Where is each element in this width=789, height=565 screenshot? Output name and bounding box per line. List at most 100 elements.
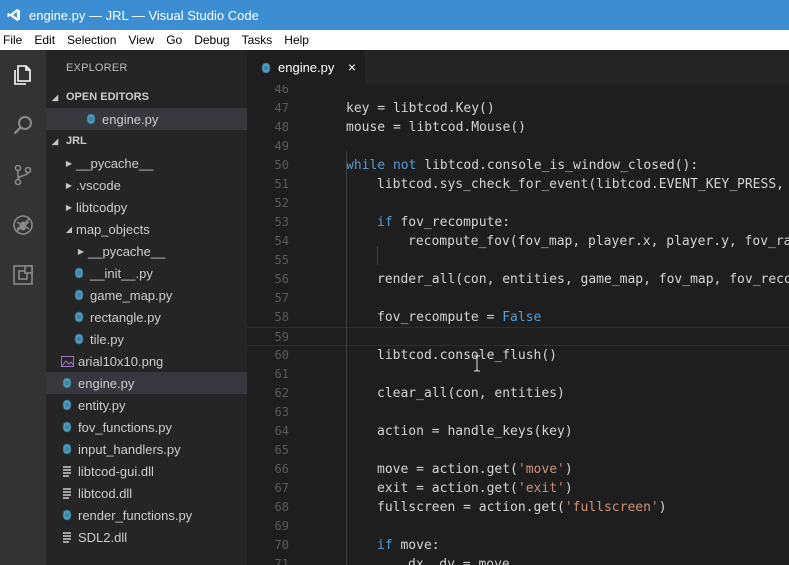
line-number: 52	[274, 196, 289, 210]
code-token: clear_all(con, entities)	[377, 386, 565, 401]
tree-item-label: __pycache__	[88, 243, 166, 259]
code-token: )	[564, 462, 573, 477]
menu-item-go[interactable]: Go	[160, 30, 188, 50]
line-number: 68	[274, 500, 289, 514]
tree-item-label: engine.py	[78, 375, 135, 391]
tree-item-label: libtcod-gui.dll	[78, 463, 154, 479]
indent-guide	[377, 246, 378, 265]
line-number: 58	[274, 310, 289, 324]
code-token: fullscreen = action.get(	[377, 500, 565, 515]
tree-item[interactable]: fov_functions.py	[46, 416, 247, 438]
tree-item[interactable]: input_handlers.py	[46, 438, 247, 460]
menu-item-file[interactable]: File	[0, 30, 28, 50]
tree-item[interactable]: libtcod-gui.dll	[46, 460, 247, 482]
code-editor[interactable]: 71 dx, dy = move 70 if move: 69 68 fullscreen …	[247, 85, 789, 565]
open-editors-header[interactable]: ◢ OPEN EDITORS	[46, 86, 247, 108]
debug-icon[interactable]	[0, 200, 46, 250]
chevron-right-icon: ▶	[77, 246, 85, 256]
tree-item[interactable]: ◢ map_objects	[46, 218, 247, 240]
binary-file-icon	[60, 530, 74, 544]
tree-item[interactable]: ▶ libtcodpy	[46, 196, 247, 218]
python-file-icon	[72, 288, 86, 302]
binary-file-icon	[60, 486, 74, 500]
menu-item-edit[interactable]: Edit	[28, 30, 61, 50]
tree-item[interactable]: engine.py	[46, 372, 247, 394]
code-text: libtcod.sys_check_for_event(libtcod.EVEN…	[377, 175, 789, 194]
tree-item-label: game_map.py	[90, 287, 173, 303]
line-number: 48	[274, 120, 289, 134]
string-token: 'move'	[517, 462, 565, 477]
extensions-icon[interactable]	[0, 250, 46, 300]
line-number: 59	[274, 330, 289, 344]
tree-item[interactable]: tile.py	[46, 328, 247, 350]
code-line: 71 dx, dy = move	[247, 555, 789, 565]
string-token: 'fullscreen'	[564, 500, 659, 515]
menu-item-tasks[interactable]: Tasks	[236, 30, 279, 50]
tree-item[interactable]: arial10x10.png	[46, 350, 247, 372]
menu-item-selection[interactable]: Selection	[61, 30, 122, 50]
search-icon[interactable]	[0, 100, 46, 150]
current-line: 59	[247, 327, 789, 346]
vscode-logo-icon	[7, 8, 21, 22]
source-control-icon[interactable]	[0, 150, 46, 200]
python-file-icon	[72, 266, 86, 280]
keyword-token: not	[392, 158, 417, 173]
line-number: 54	[274, 234, 289, 248]
python-file-icon	[60, 376, 74, 390]
chevron-right-icon: ▶	[65, 180, 73, 190]
image-file-icon	[60, 354, 74, 368]
tree-item-label: entity.py	[78, 397, 126, 413]
line-number: 53	[274, 215, 289, 229]
open-editor-item[interactable]: engine.py	[46, 108, 247, 130]
menu-item-view[interactable]: View	[122, 30, 160, 50]
python-file-icon	[84, 112, 98, 126]
code-text: while not libtcod.console_is_window_clos…	[346, 156, 698, 175]
close-icon[interactable]: ×	[348, 59, 356, 75]
tree-item-label: tile.py	[90, 331, 124, 347]
tree-item[interactable]: SDL2.dll	[46, 526, 247, 548]
files-icon[interactable]	[0, 50, 46, 100]
binary-file-icon	[60, 464, 74, 478]
code-text: exit = action.get('exit')	[377, 479, 573, 498]
tree-item-label: SDL2.dll	[78, 529, 128, 545]
line-number: 55	[274, 253, 289, 267]
code-token: libtcod.console_flush()	[377, 348, 558, 363]
tree-item[interactable]: ▶ .vscode	[46, 174, 247, 196]
code-line: 56 render_all(con, entities, game_map, fo…	[247, 270, 789, 289]
tree-item-label: map_objects	[76, 221, 150, 237]
tree-item[interactable]: ▶ __pycache__	[46, 240, 247, 262]
tree-item[interactable]: rectangle.py	[46, 306, 247, 328]
code-line: 69	[247, 517, 789, 536]
line-number: 71	[274, 557, 289, 565]
tree-item-label: fov_functions.py	[78, 419, 172, 435]
code-token: exit = action.get(	[377, 481, 518, 496]
code-line: 65	[247, 441, 789, 460]
code-token: )	[564, 481, 573, 496]
code-line: 64 action = handle_keys(key)	[247, 422, 789, 441]
keyword-token: False	[502, 310, 542, 325]
tree-item[interactable]: game_map.py	[46, 284, 247, 306]
chevron-down-icon: ◢	[52, 92, 59, 102]
menu-item-help[interactable]: Help	[278, 30, 315, 50]
tree-item[interactable]: entity.py	[46, 394, 247, 416]
tab-engine-py[interactable]: engine.py ×	[247, 50, 365, 85]
code-token: action = handle_keys(key)	[377, 424, 573, 439]
tree-item[interactable]: ▶ __pycache__	[46, 152, 247, 174]
menu-item-debug[interactable]: Debug	[188, 30, 235, 50]
tree-item[interactable]: libtcod.dll	[46, 482, 247, 504]
code-text: fullscreen = action.get('fullscreen')	[377, 498, 667, 517]
tree-item-label: arial10x10.png	[78, 353, 164, 369]
code-line: 49	[247, 137, 789, 156]
tree-item-label: render_functions.py	[78, 507, 193, 523]
python-file-icon	[60, 508, 74, 522]
line-number: 69	[274, 519, 289, 533]
chevron-right-icon: ▶	[65, 202, 73, 212]
python-file-icon	[260, 62, 272, 74]
indent-guide	[346, 151, 347, 565]
tree-item[interactable]: render_functions.py	[46, 504, 247, 526]
project-header[interactable]: ◢ JRL	[46, 130, 247, 152]
code-token: libtcod.sys_check_for_event(libtcod.EVEN…	[377, 177, 789, 192]
tree-item[interactable]: __init__.py	[46, 262, 247, 284]
code-text: dx, dy = move	[408, 555, 510, 565]
